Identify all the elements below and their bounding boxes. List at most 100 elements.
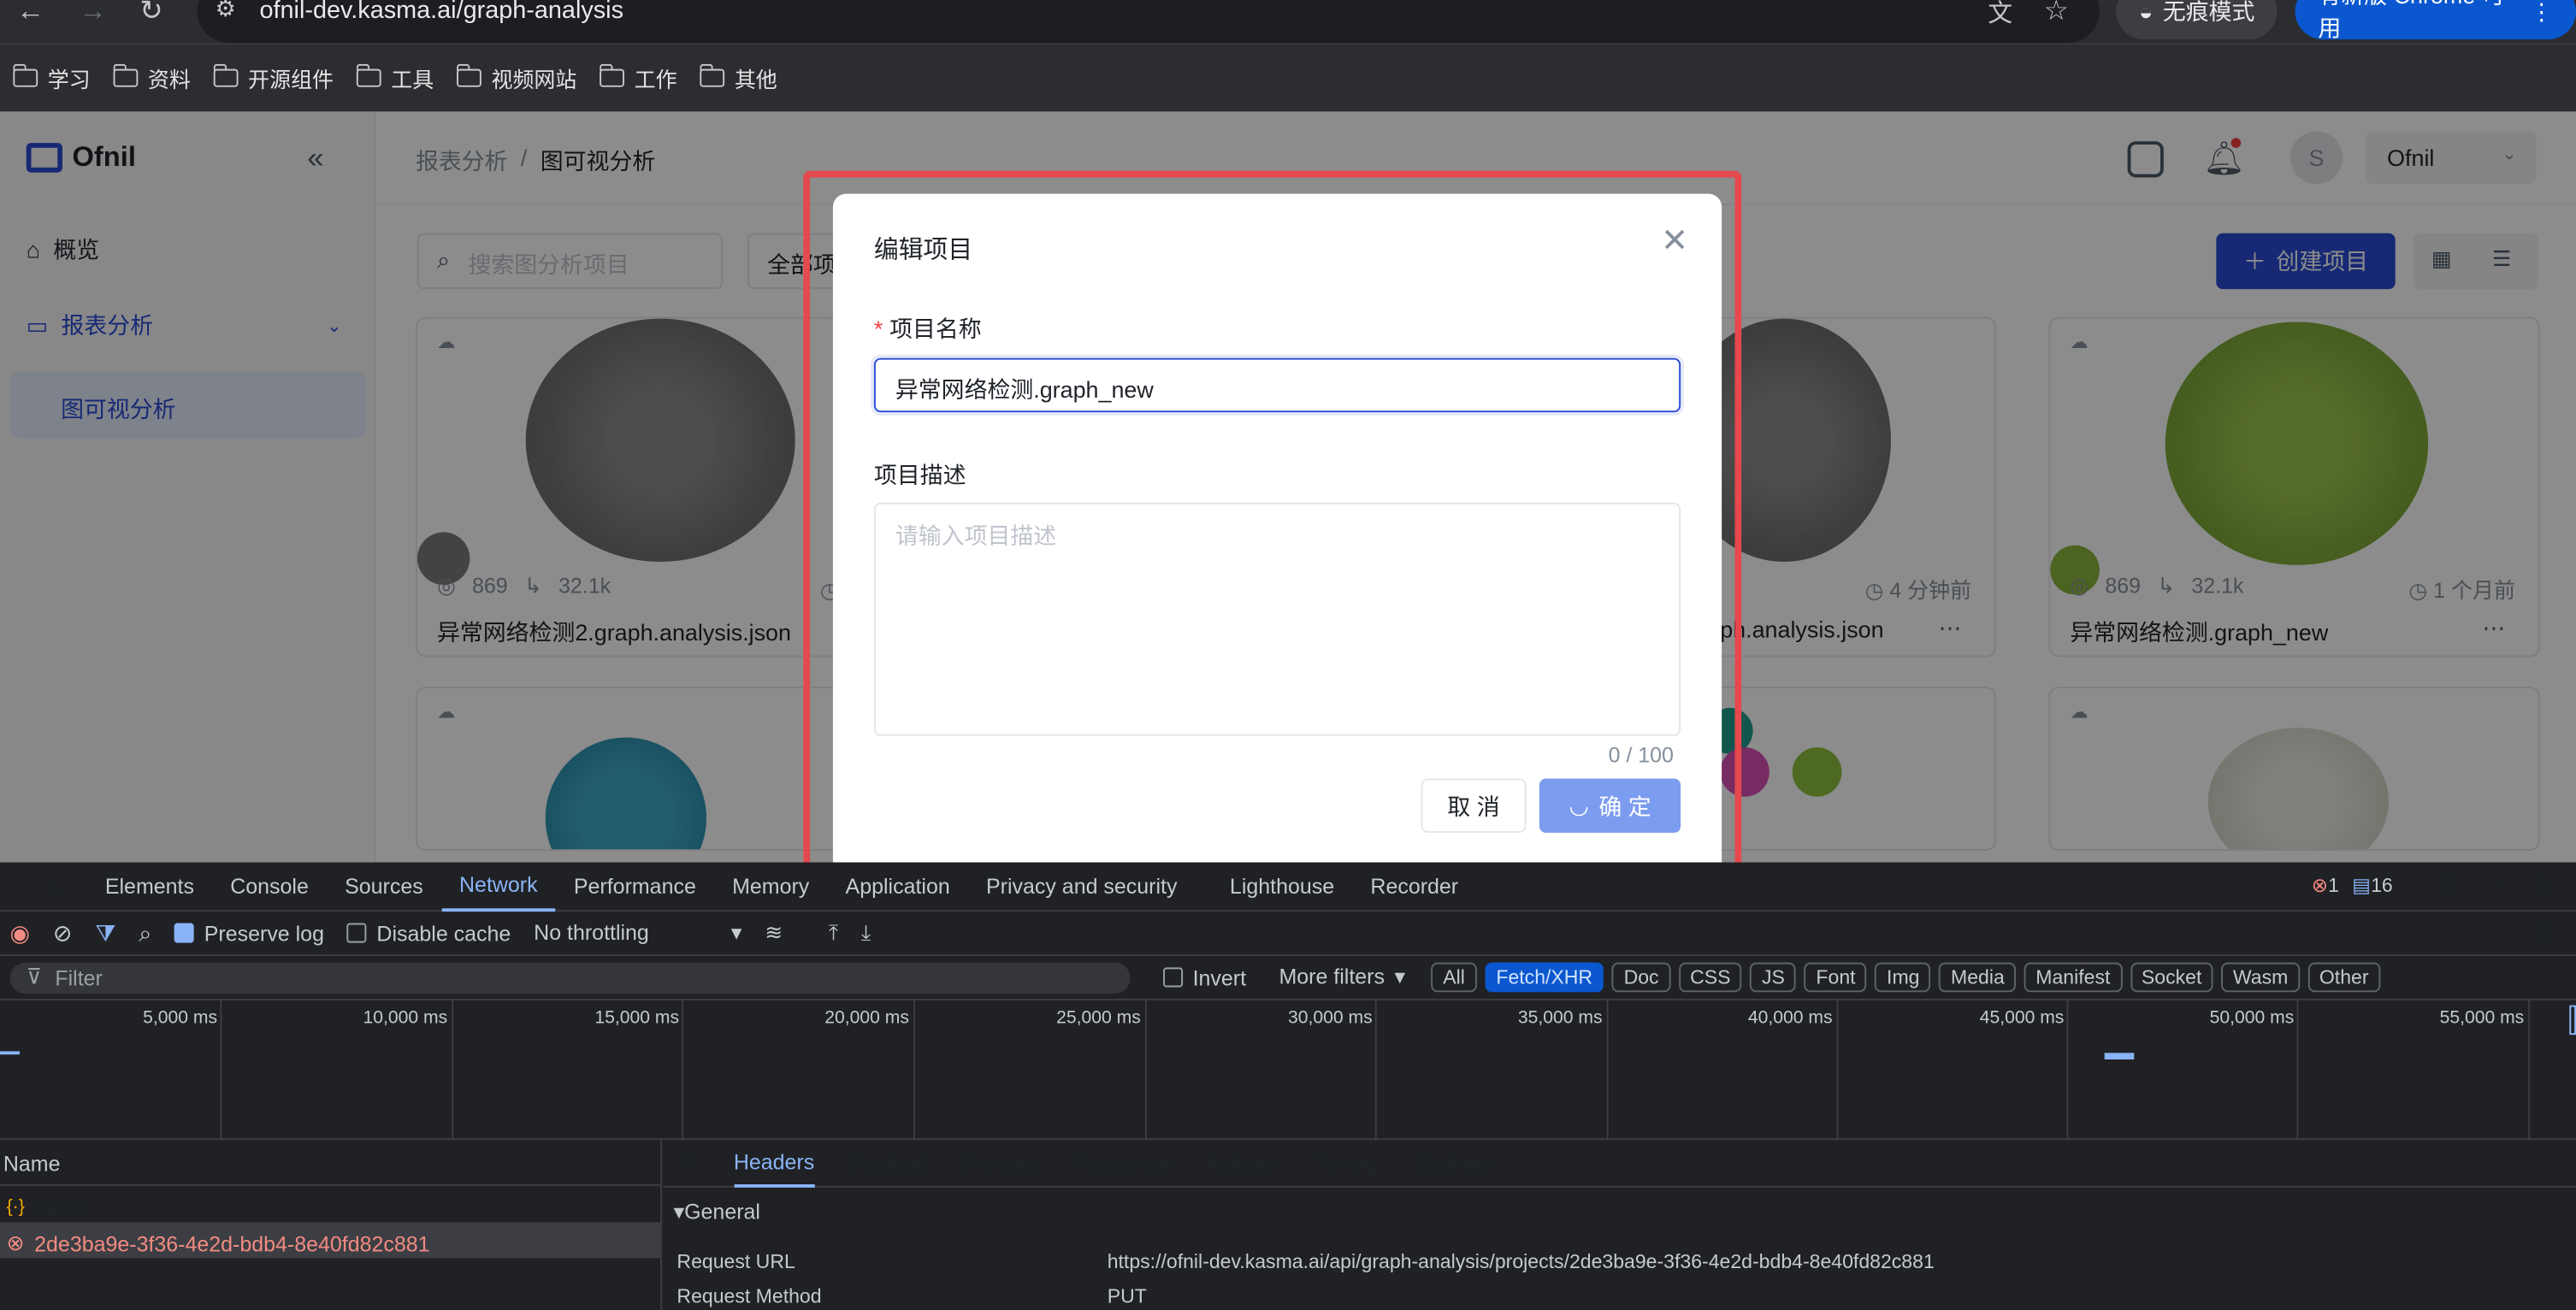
close-detail-icon[interactable]: ✕ [676,1148,697,1178]
column-header-name[interactable]: Name [0,1140,661,1186]
star-icon[interactable]: ☆ [2044,0,2069,28]
tab-headers[interactable]: Headers [733,1139,815,1187]
timeline-gridline [2528,1000,2531,1141]
tab-response[interactable]: Response [1076,1151,1172,1176]
tab-sources[interactable]: Sources [327,862,441,912]
chip-img[interactable]: Img [1875,962,1931,993]
search-icon[interactable]: ⌕ [139,919,151,947]
chip-wasm[interactable]: Wasm [2221,962,2300,993]
bookmark-folder[interactable]: 视频网站 [456,62,576,94]
error-icon: ⊗ [6,1230,25,1255]
tab-initiator[interactable]: Initiator [1208,1151,1279,1176]
more-vert-icon[interactable]: ⋮ [2490,870,2515,900]
chip-doc[interactable]: Doc [1612,962,1671,993]
translate-icon[interactable]: 文 [1988,0,2012,30]
chip-manifest[interactable]: Manifest [2024,962,2122,993]
triangle-down-icon: ▾ [673,1199,685,1224]
folder-icon [599,63,625,87]
request-row-selected[interactable]: ⊗ 2de3ba9e-3f36-4e2d-bdb4-8e40fd82c881 [0,1222,661,1259]
incognito-badge[interactable]: ◒ 无痕模式 [2116,0,2278,40]
bookmarks-bar: 学习 资料 开源组件 工具 视频网站 工作 其他 [0,44,2576,112]
forward-icon[interactable]: → [79,0,107,28]
reload-icon[interactable]: ↻ [139,0,162,28]
wifi-icon[interactable]: ≋ [765,920,783,947]
tab-elements[interactable]: Elements [87,862,212,912]
invert-checkbox[interactable]: Invert [1163,965,1246,989]
chip-fetch-xhr[interactable]: Fetch/XHR [1484,962,1604,993]
dropdown-icon: ▾ [1394,964,1406,989]
chip-css[interactable]: CSS [1678,962,1742,993]
message-icon: ▤ [2352,873,2372,897]
tab-application[interactable]: Application [827,862,967,912]
bookmark-folder[interactable]: 资料 [112,62,191,94]
timeline-tick: 40,000 ms [1747,1008,1833,1029]
download-icon[interactable]: ⤓ [861,920,871,947]
checkbox-unchecked [346,923,367,943]
funnel-icon: ⊽ [26,964,43,989]
timeline-gridline [1144,1000,1147,1141]
network-settings-icon[interactable]: ⚙ [2532,918,2554,948]
chip-js[interactable]: JS [1750,962,1797,993]
upload-icon[interactable]: ⤒ [829,920,838,947]
tab-lighthouse[interactable]: Lighthouse [1212,862,1352,912]
chip-socket[interactable]: Socket [2130,962,2213,993]
timeline-tick: 50,000 ms [2209,1008,2295,1029]
site-info-icon[interactable]: ⚙ [216,0,236,23]
timeline-handle[interactable] [2569,1005,2576,1036]
device-toggle-icon[interactable]: ▯ [38,872,87,900]
disable-cache-checkbox[interactable]: Disable cache [346,921,511,945]
chip-font[interactable]: Font [1804,962,1868,993]
timeline-gridline [913,1000,915,1141]
folder-icon [212,63,239,87]
preserve-log-checkbox[interactable]: Preserve log [174,921,324,945]
inspect-icon[interactable]: ⬚ [0,872,38,900]
timeline-tick: 10,000 ms [363,1008,448,1029]
folder-icon [355,63,381,87]
clear-icon[interactable]: ⊘ [53,919,73,947]
filter-icon[interactable]: ⧩ [95,919,115,947]
dropdown-icon: ▾ [730,919,742,945]
bookmark-folder[interactable]: 开源组件 [212,62,334,94]
chip-other[interactable]: Other [2307,962,2380,993]
bookmark-folder[interactable]: 工具 [355,62,434,94]
tab-timing[interactable]: Timing [1315,1151,1378,1176]
tab-console[interactable]: Console [212,862,327,912]
request-url-key: Request URL [676,1249,795,1273]
tab-memory[interactable]: Memory [714,862,827,912]
tab-network[interactable]: Network [440,862,556,912]
tab-payload[interactable]: Payload [850,1151,927,1176]
bookmark-folder[interactable]: 其他 [699,62,777,94]
tab-recorder[interactable]: Recorder [1352,862,1476,912]
bookmark-folder[interactable]: 学习 [12,62,91,94]
message-count: ▤16 [2352,873,2393,897]
record-icon[interactable]: ◉ [10,919,30,947]
settings-icon[interactable]: ⚙ [2438,870,2461,900]
chrome-update-button[interactable]: 有新版 Chrome 可用⋮ [2295,0,2576,41]
error-count: ⊗1 [2311,873,2339,897]
timeline-tick: 25,000 ms [1056,1008,1141,1029]
request-row[interactable]: {·} batch [0,1186,660,1222]
back-icon[interactable]: ← [16,0,44,28]
url-text[interactable]: ofnil-dev.kasma.ai/graph-analysis [260,0,623,25]
bookmark-folder[interactable]: 工作 [599,62,677,94]
request-method-value: PUT [1107,1284,1147,1308]
more-filters-button[interactable]: More filters ▾ [1279,965,1405,991]
timeline-gridline [2296,1000,2299,1141]
issue-counters[interactable]: ⊗1 ▤16 [2312,874,2393,897]
filter-input[interactable]: ⊽ Filter [9,961,1131,994]
filter-bar: ⊽ Filter Invert More filters ▾ All Fetch/X… [0,956,2576,1000]
timeline-tick: 45,000 ms [1979,1008,2065,1029]
general-section-toggle[interactable]: ▾General [664,1188,2576,1225]
tab-privacy[interactable]: Privacy and security [968,862,1196,912]
xhr-icon: {·} [6,1197,25,1218]
timeline-tick: 35,000 ms [1517,1008,1603,1029]
throttling-select[interactable]: No throttling ▾ [534,920,741,947]
tab-performance[interactable]: Performance [556,862,714,912]
chip-all[interactable]: All [1431,962,1477,993]
close-devtools-icon[interactable]: ✕ [2535,870,2555,900]
tab-preview[interactable]: Preview [964,1151,1040,1176]
tab-cookies[interactable]: Cookies [1414,1151,1491,1176]
folder-icon [456,63,482,87]
chip-media[interactable]: Media [1939,962,2017,993]
timeline-tick: 20,000 ms [824,1008,909,1029]
